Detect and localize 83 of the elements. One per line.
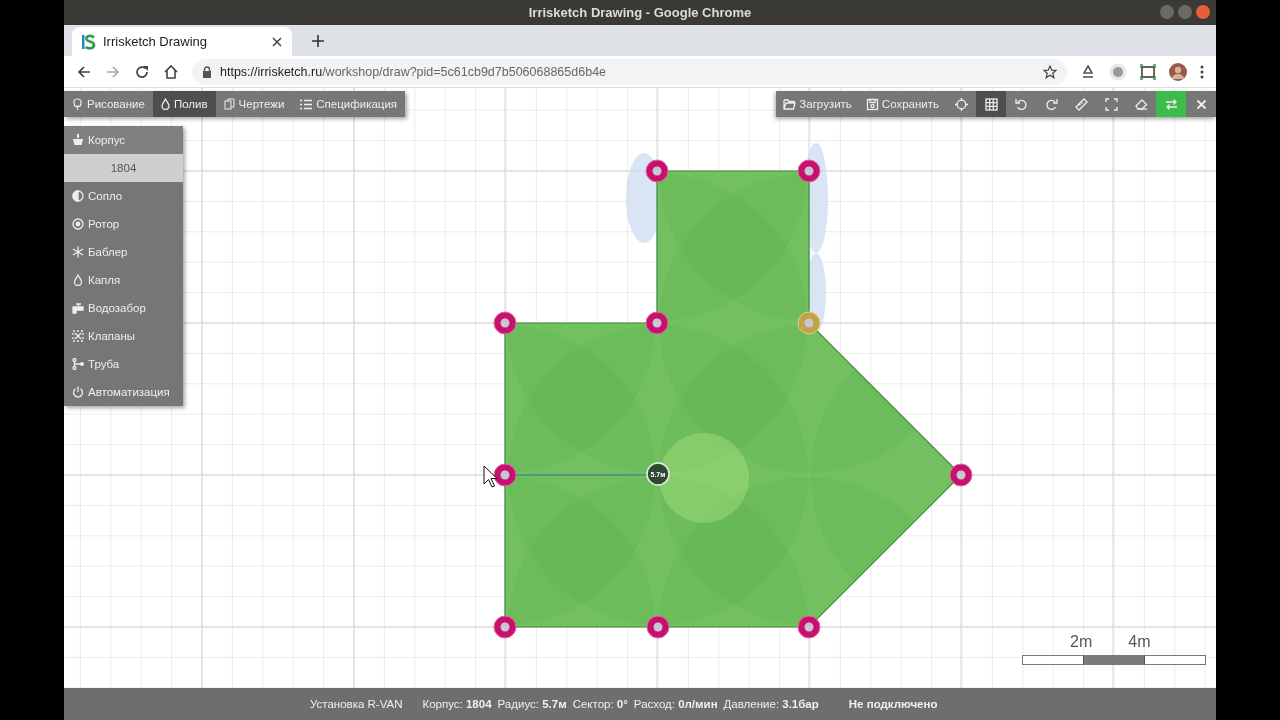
open-button[interactable]: Загрузить — [776, 91, 859, 117]
home-icon[interactable] — [163, 63, 179, 80]
grid-button[interactable] — [976, 91, 1006, 117]
drop-icon — [160, 98, 170, 110]
eraser-button[interactable] — [1126, 91, 1156, 117]
connection-status: Не подключено — [848, 698, 938, 710]
drip-icon — [72, 274, 84, 286]
address-field[interactable]: https://irrisketch.ru/workshop/draw?pid=5c61cb9d7b506068865d6b4e — [192, 58, 1067, 85]
panel-item[interactable]: Автоматизация — [64, 378, 183, 406]
close-icon — [1194, 97, 1208, 111]
vertex-handle[interactable] — [493, 615, 517, 639]
browser-tab[interactable]: Irrisketch Drawing — [72, 27, 292, 56]
swap-icon — [1164, 97, 1178, 111]
back-icon[interactable] — [76, 63, 92, 80]
status-field: Расход: 0л/мин — [633, 698, 718, 710]
tree-icon — [72, 98, 83, 110]
mode-tab[interactable]: Рисование — [64, 91, 153, 117]
open-icon — [783, 97, 797, 111]
cursor-icon — [483, 465, 498, 488]
panel-item[interactable]: Водозабор — [64, 294, 183, 322]
panel-item[interactable]: Ротор — [64, 210, 183, 238]
panel-item[interactable]: Сопло — [64, 182, 183, 210]
mode-tab[interactable]: Чертежи — [215, 91, 293, 117]
vertex-handle[interactable] — [645, 311, 669, 335]
fullscreen-icon — [1104, 97, 1118, 111]
sprinkler-handle[interactable] — [646, 462, 670, 486]
model-selector[interactable]: 1804 — [64, 154, 183, 182]
grid-icon — [984, 97, 998, 111]
close-button[interactable] — [1196, 5, 1210, 19]
save-button[interactable]: Сохранить — [858, 91, 946, 117]
valves-icon — [72, 330, 84, 342]
undo-button[interactable] — [1006, 91, 1036, 117]
undo-icon — [1014, 97, 1028, 111]
bubbler-icon — [72, 246, 84, 258]
copy-icon — [223, 98, 235, 110]
panel-item[interactable]: Капля — [64, 266, 183, 294]
rotor-icon — [72, 218, 84, 230]
screen-capture-icon[interactable] — [1140, 63, 1156, 80]
redo-icon — [1044, 97, 1058, 111]
eraser-icon — [1134, 97, 1148, 111]
extension-icon[interactable] — [1109, 62, 1127, 81]
close-button[interactable] — [1186, 91, 1216, 117]
avatar-icon[interactable] — [1169, 62, 1187, 81]
vertex-handle[interactable] — [797, 615, 821, 639]
vertex-handle[interactable] — [949, 463, 973, 487]
vertex-handle[interactable] — [493, 311, 517, 335]
target-icon — [954, 97, 968, 111]
vertex-handle[interactable] — [646, 615, 670, 639]
window-title: Irrisketch Drawing - Google Chrome — [528, 5, 752, 20]
menu-icon[interactable] — [1200, 64, 1204, 79]
tap-icon — [72, 302, 84, 314]
status-field: Сектор: 0° — [572, 698, 628, 710]
lock-icon — [202, 65, 212, 78]
bookmark-star-icon[interactable] — [1043, 64, 1057, 79]
target-button[interactable] — [946, 91, 976, 117]
power-icon — [72, 386, 84, 398]
status-model: Установка R-VAN — [310, 698, 403, 710]
sprinkler-icon — [72, 134, 84, 146]
pipe-icon — [72, 358, 84, 370]
mode-tab[interactable]: Полив — [152, 91, 216, 117]
status-field: Корпус: 1804 — [422, 698, 492, 710]
vertex-handle[interactable] — [797, 311, 821, 335]
vertex-handle[interactable] — [493, 463, 517, 487]
list-icon — [300, 98, 313, 110]
nozzle-icon — [72, 190, 84, 202]
scale-label: 2m — [1070, 633, 1093, 651]
vertex-handle[interactable] — [645, 159, 669, 183]
panel-title: Корпус — [88, 134, 126, 146]
reload-icon[interactable] — [134, 63, 150, 80]
url-text: https://irrisketch.ru/workshop/draw?pid=5c61cb9d7b506068865d6b4e — [220, 64, 607, 79]
save-icon — [865, 97, 879, 111]
close-tab-icon[interactable] — [272, 36, 282, 47]
new-tab-icon[interactable] — [312, 35, 324, 47]
scale-label: 4m — [1128, 633, 1151, 651]
panel-item[interactable]: Клапаны — [64, 322, 183, 350]
logo-icon — [82, 33, 96, 50]
panel-item[interactable]: Баблер — [64, 238, 183, 266]
status-field: Давление: 3.1бар — [723, 698, 819, 710]
tab-title: Irrisketch Drawing — [103, 34, 208, 49]
mode-tab[interactable]: Спецификация — [292, 91, 406, 117]
status-field: Радиус: 5.7м — [497, 698, 567, 710]
ruler-icon — [1074, 97, 1088, 111]
panel-item[interactable]: Труба — [64, 350, 183, 378]
